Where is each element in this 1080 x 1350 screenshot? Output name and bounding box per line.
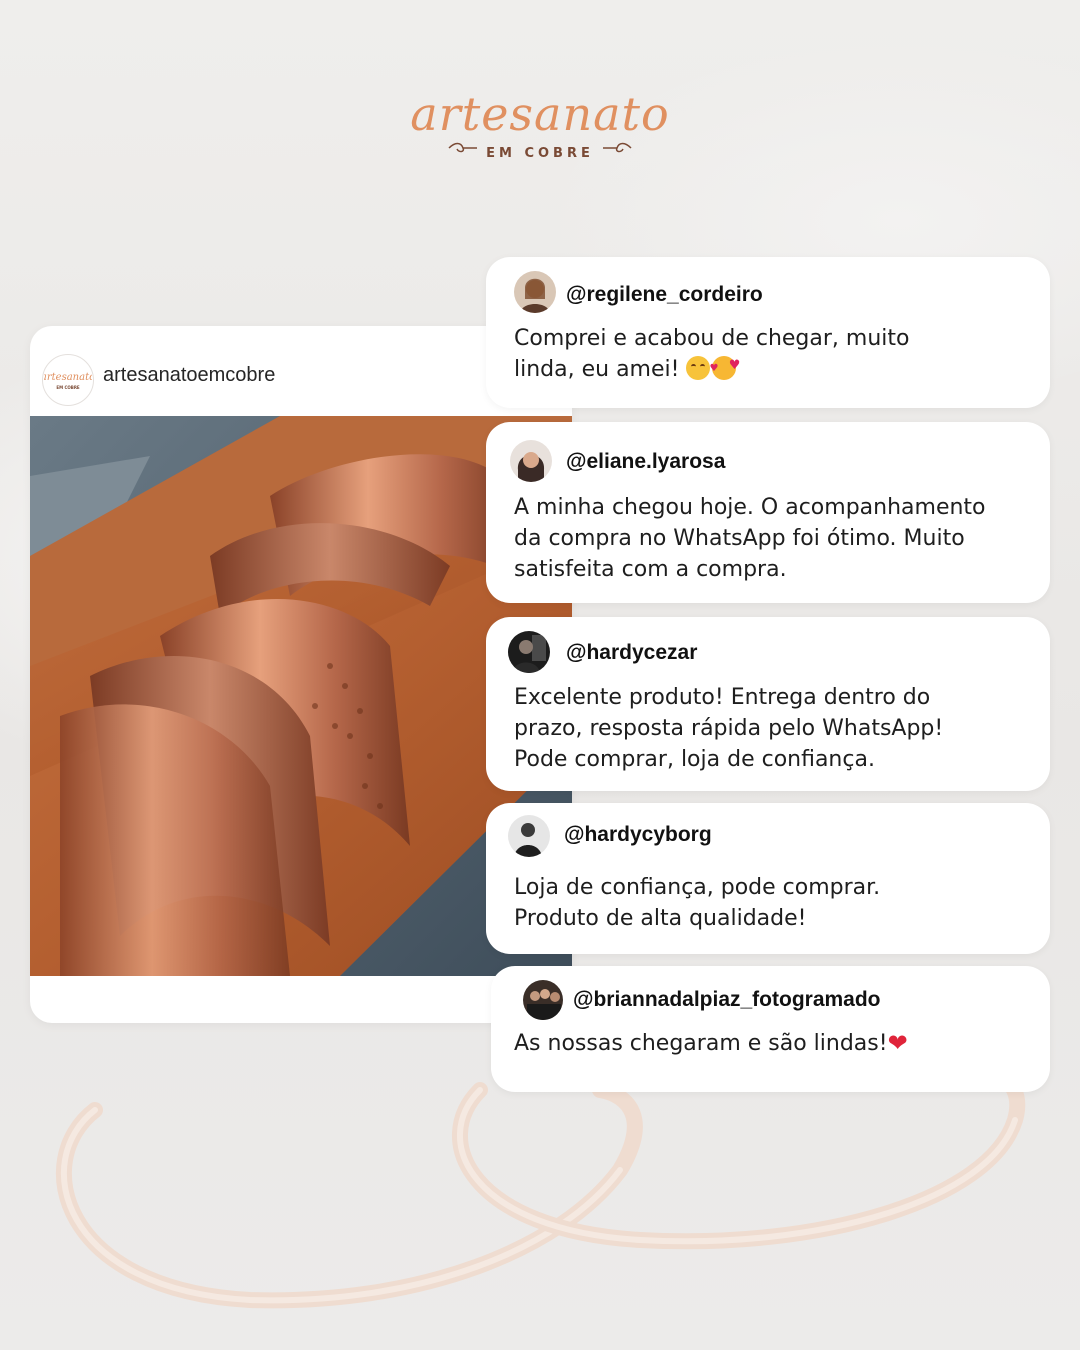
comment-text: A minha chegou hoje. O acompanhamento da… (514, 495, 986, 582)
user-avatar[interactable] (508, 815, 550, 857)
user-avatar[interactable] (508, 631, 550, 673)
svg-text:EM COBRE: EM COBRE (56, 385, 80, 390)
comment-card[interactable]: @regilene_cordeiro Comprei e acabou de c… (486, 257, 1050, 408)
brand-avatar-icon: artesanato EM COBRE (44, 372, 92, 390)
svg-text:artesanato: artesanato (44, 372, 92, 383)
comment-card[interactable]: @briannadalpiaz_fotogramado As nossas ch… (491, 966, 1050, 1092)
user-avatar[interactable] (510, 440, 552, 482)
comment-card[interactable]: @hardycyborg Loja de confiança, pode com… (486, 803, 1050, 954)
post-username[interactable]: artesanatoemcobre (103, 364, 275, 387)
red-heart-icon: ❤ (887, 1029, 908, 1057)
brand-logo: artesanato EM COBRE (380, 84, 700, 174)
user-avatar[interactable] (514, 271, 556, 313)
comment-username[interactable]: @hardycezar (566, 641, 697, 665)
logo-wordmark: artesanato (410, 87, 670, 141)
comment-card[interactable]: @eliane.lyarosa A minha chegou hoje. O a… (486, 422, 1050, 603)
smiling-face-icon (686, 356, 711, 380)
comment-text: Comprei e acabou de chegar, muito linda,… (514, 323, 1034, 385)
comment-username[interactable]: @eliane.lyarosa (566, 450, 725, 474)
comment-card[interactable]: @hardycezar Excelente produto! Entrega d… (486, 617, 1050, 791)
comment-username[interactable]: @regilene_cordeiro (566, 283, 763, 307)
logo-subtitle: EM COBRE (486, 146, 594, 161)
comment-text: As nossas chegaram e são lindas!❤ (514, 1029, 908, 1057)
comment-text: Loja de confiança, pode comprar. Produto… (514, 875, 881, 931)
comment-username[interactable]: @hardycyborg (564, 823, 712, 847)
user-avatar[interactable] (523, 980, 563, 1020)
comment-text: Excelente produto! Entrega dentro do pra… (514, 685, 944, 772)
smiling-face-with-hearts-icon (709, 350, 740, 384)
post-avatar[interactable]: artesanato EM COBRE (42, 354, 94, 406)
comment-username[interactable]: @briannadalpiaz_fotogramado (573, 988, 881, 1012)
